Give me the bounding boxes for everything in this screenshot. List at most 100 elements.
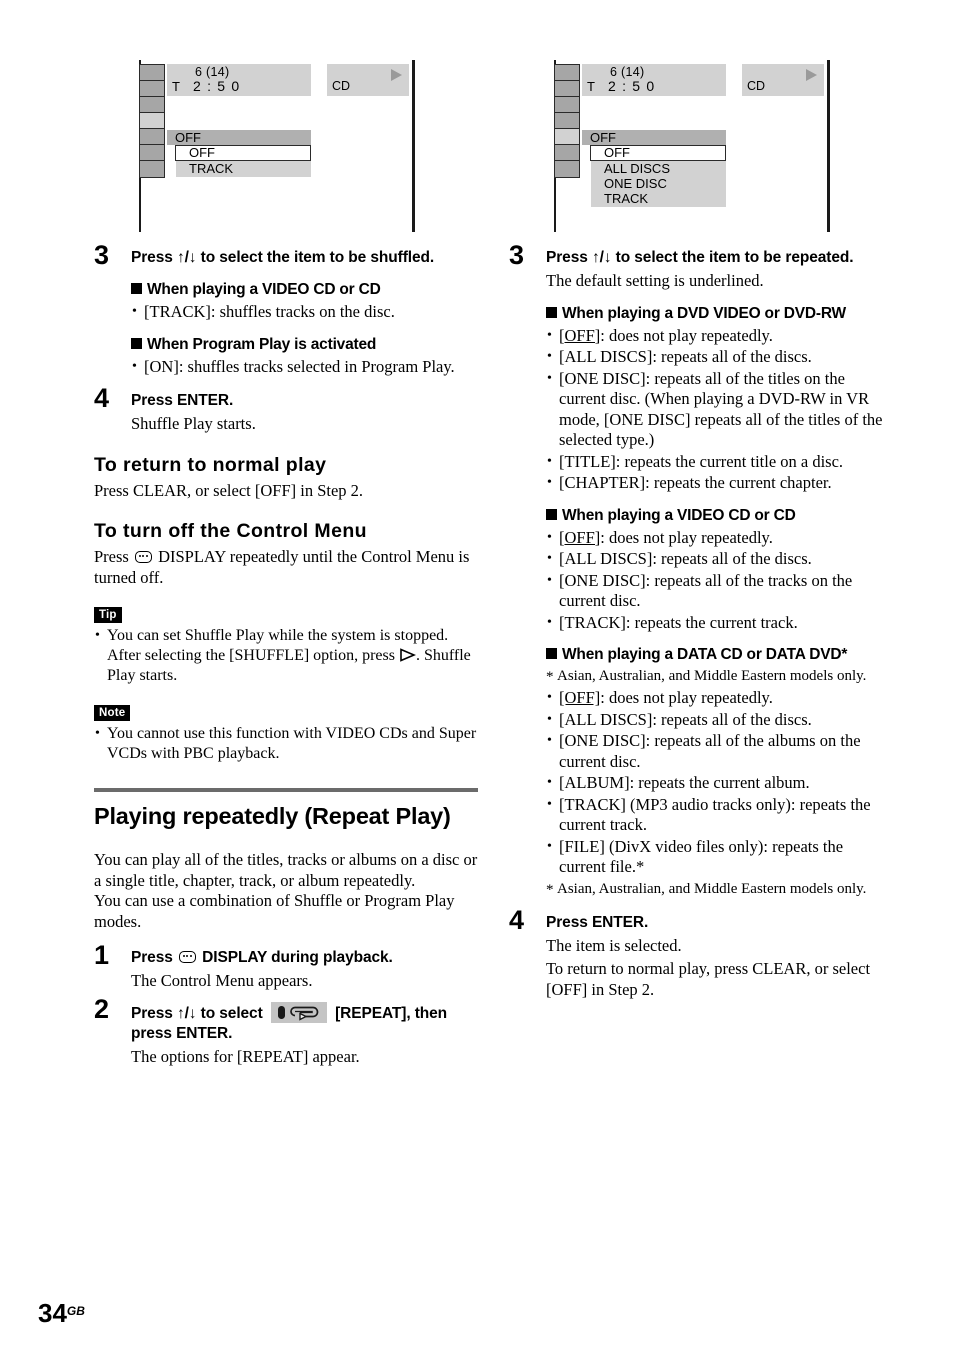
list-item: [OFF]: does not play repeatedly. [546,528,893,549]
osd-info-band: 6 (14) T 2 : 5 0 [167,64,311,96]
page-number-value: 34 [38,1298,67,1328]
step-title: Press ENTER. [131,392,234,409]
step-description-1: The item is selected. [546,935,682,955]
list-item: [OFF]: does not play repeatedly. [546,326,893,347]
osd-icon-cell [555,145,579,161]
osd-option-highlighted[interactable]: OFF [175,145,311,161]
osd-icon-cell [140,161,164,177]
step-title: Press DISPLAY during playback. [131,948,478,968]
list-item: You can set Shuffle Play while the syste… [94,626,478,686]
step-1-repeat: 1 Press DISPLAY during playback. The Con… [94,942,478,992]
bullet-list: [OFF]: does not play repeatedly. [ALL DI… [546,688,893,878]
note-badge: Note [94,705,131,721]
black-square-icon [131,337,142,349]
osd-track-number: 6 (14) [610,65,645,79]
osd-icon-cell [555,65,579,81]
page-number: 34GB [38,1298,85,1326]
list-item: [FILE] (DivX video files only): repeats … [546,837,893,878]
step-number: 3 [509,240,525,270]
turnoff-text-before: Press [94,547,129,566]
note-list: You cannot use this function with VIDEO … [94,724,478,764]
list-item: [TRACK] (MP3 audio tracks only): repeats… [546,795,893,836]
list-item: [ALL DISCS]: repeats all of the discs. [546,549,893,570]
note-block: Note You cannot use this function with V… [94,703,478,764]
step-3-repeat: 3 Press ↑/↓ to select the item to be rep… [509,242,893,900]
item-rest: : does not play repeatedly. [600,527,773,547]
osd-disc-band: CD [742,64,824,96]
osd-icon-column [554,64,580,178]
osd-icon-cell [140,65,164,81]
repeat-osd-diagram: 6 (14) T 2 : 5 0 CD OFF OFF ALL DISCS ON… [545,60,830,232]
footnote-bottom: Asian, Australian, and Middle Eastern mo… [546,880,893,900]
intro-paragraph-1: You can play all of the titles, tracks o… [94,850,478,890]
display-button-icon [178,951,196,963]
step-4-shuffle: 4 Press ENTER. Shuffle Play starts. [94,385,478,435]
osd-option[interactable]: TRACK [176,161,311,176]
step-title: Press ↑/↓ to select the item to be shuff… [131,249,435,266]
section-return-heading: To return to normal play [94,453,327,476]
step-description: The Control Menu appears. [131,971,313,990]
step-title: Press ↑/↓ to select the item to be repea… [546,249,854,266]
black-square-icon [131,283,142,294]
step-title: Press ENTER. [546,913,649,931]
osd-info-band: 6 (14) T 2 : 5 0 [582,64,726,96]
list-item: [CHAPTER]: repeats the current chapter. [546,473,893,494]
osd-icon-cell-selected [555,129,579,145]
step-4-repeat: 4 Press ENTER. The item is selected. To … [509,906,893,1001]
step-description-2: To return to normal play, press CLEAR, o… [546,959,871,999]
bullet-list: [OFF]: does not play repeatedly. [ALL DI… [546,528,893,634]
osd-right-rule [827,60,830,232]
list-item: [TRACK]: repeats the current track. [546,613,893,634]
underlined-default: [OFF] [559,688,601,707]
step-number: 1 [94,940,110,970]
tip-badge: Tip [94,607,122,623]
osd-current-setting: OFF [167,130,311,145]
osd-option[interactable]: TRACK [591,191,726,206]
step-description: Shuffle Play starts. [131,414,256,433]
left-column: 3 Press ↑/↓ to select the item to be shu… [94,242,478,1069]
section-turnoff-body: Press DISPLAY repeatedly until the Contr… [94,547,478,588]
osd-icon-cell [140,97,164,113]
section-divider [94,788,478,792]
black-square-icon [546,306,557,318]
list-item: [ONE DISC]: repeats all of the albums on… [546,731,893,772]
osd-option-highlighted[interactable]: OFF [590,145,726,161]
list-item: [TITLE]: repeats the current title on a … [546,452,893,473]
list-item: [ON]: shuffles tracks selected in Progra… [131,357,478,378]
subheading-dvd-video: When playing a DVD VIDEO or DVD-RW [546,304,893,324]
osd-icon-cell [555,113,579,129]
osd-icon-cell [140,81,164,97]
osd-time-value: 2 : 5 0 [193,78,241,94]
list-item: [OFF]: does not play repeatedly. [546,688,893,709]
step-number: 3 [94,240,110,270]
list-item: [ALL DISCS]: repeats all of the discs. [546,710,893,731]
osd-option-list: OFF TRACK [175,145,311,177]
osd-right-rule [412,60,415,232]
play-triangle-icon [806,69,817,81]
step-number: 2 [94,993,110,1024]
osd-icon-cell [555,81,579,97]
section-turnoff-heading: To turn off the Control Menu [94,520,367,542]
step1-text-before: Press [131,949,173,966]
step2-text-before: Press ↑/↓ to select [131,1004,263,1022]
list-item: [ONE DISC]: repeats all of the titles on… [546,369,893,451]
step1-text-after: DISPLAY during playback. [202,949,393,966]
item-rest: : does not play repeatedly. [600,688,773,707]
osd-option[interactable]: ALL DISCS [591,161,726,176]
underlined-default: [OFF] [559,527,601,547]
osd-track-number: 6 (14) [195,65,230,79]
step-title: Press ↑/↓ to select [REPEAT], then press… [131,1001,478,1044]
play-button-icon [399,648,416,662]
bullet-list: [ON]: shuffles tracks selected in Progra… [131,357,478,378]
osd-icon-cell-selected [140,113,164,129]
black-square-icon [546,648,557,659]
subheading-label: When Program Play is activated [147,335,377,353]
subheading-program-play: When Program Play is activated [131,335,478,355]
osd-option[interactable]: ONE DISC [591,176,726,191]
subheading-data-cd: When playing a DATA CD or DATA DVD* [546,645,893,665]
osd-disc-band: CD [327,64,409,96]
osd-frame: 6 (14) T 2 : 5 0 CD OFF OFF ALL DISCS ON… [545,60,830,232]
step-description: The default setting is underlined. [546,271,764,290]
display-button-icon [134,551,152,563]
tip-block: Tip You can set Shuffle Play while the s… [94,605,478,686]
